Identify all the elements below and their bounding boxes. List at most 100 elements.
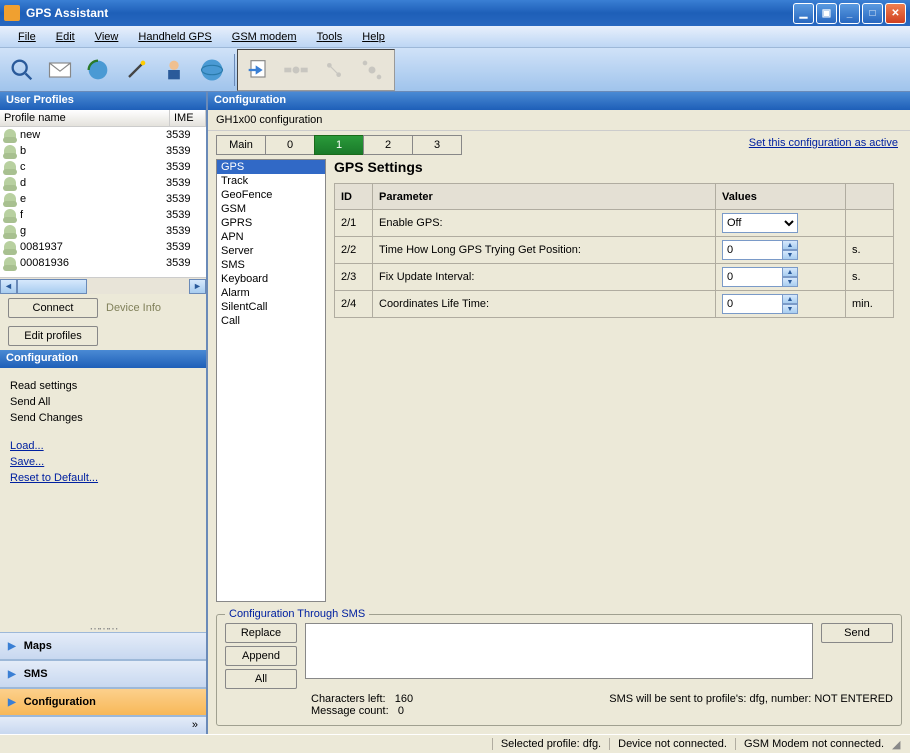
tab-2[interactable]: 2 [363, 135, 413, 155]
spin-down-icon[interactable]: ▼ [782, 304, 798, 314]
category-apn[interactable]: APN [217, 230, 325, 244]
profile-row[interactable]: 00819373539 [0, 239, 206, 255]
action-save[interactable]: Save... [10, 456, 196, 468]
person-icon [4, 225, 16, 237]
value-spinner[interactable] [722, 267, 782, 287]
set-active-link[interactable]: Set this configuration as active [749, 137, 898, 149]
category-keyboard[interactable]: Keyboard [217, 272, 325, 286]
search-icon[interactable] [4, 52, 40, 88]
profile-ime: 3539 [166, 209, 202, 221]
action-send-all[interactable]: Send All [10, 396, 196, 408]
profile-row[interactable]: new3539 [0, 127, 206, 143]
menu-edit[interactable]: Edit [46, 29, 85, 45]
scroll-left-icon[interactable]: ◄ [0, 279, 17, 294]
tab-1[interactable]: 1 [314, 135, 364, 155]
splitter-grip[interactable] [0, 624, 206, 632]
menu-help[interactable]: Help [352, 29, 395, 45]
nav-configuration[interactable]: ▶Configuration [0, 688, 206, 716]
col-profile-name[interactable]: Profile name [0, 110, 170, 126]
profile-row[interactable]: d3539 [0, 175, 206, 191]
action-read-settings[interactable]: Read settings [10, 380, 196, 392]
value-spinner[interactable] [722, 240, 782, 260]
category-gprs[interactable]: GPRS [217, 216, 325, 230]
sms-append-button[interactable]: Append [225, 646, 297, 666]
profiles-hscrollbar[interactable]: ◄ ► [0, 277, 206, 294]
th-param: Parameter [373, 184, 716, 210]
cell-value: ▲▼ [716, 264, 846, 291]
category-list[interactable]: GPSTrackGeoFenceGSMGPRSAPNServerSMSKeybo… [216, 159, 326, 602]
profile-row[interactable]: c3539 [0, 159, 206, 175]
sms-all-button[interactable]: All [225, 669, 297, 689]
category-track[interactable]: Track [217, 174, 325, 188]
msg-count-label: Message count: [311, 705, 389, 717]
connect-button[interactable]: Connect [8, 298, 98, 318]
sms-textarea[interactable] [305, 623, 813, 679]
menu-gsm-modem[interactable]: GSM modem [222, 29, 307, 45]
spin-up-icon[interactable]: ▲ [782, 294, 798, 304]
menu-file[interactable]: File [8, 29, 46, 45]
close-button[interactable]: ✕ [885, 3, 906, 24]
user-icon[interactable] [156, 52, 192, 88]
mail-icon[interactable] [42, 52, 78, 88]
cell-unit: s. [846, 237, 894, 264]
profile-row[interactable]: f3539 [0, 207, 206, 223]
action-send-changes[interactable]: Send Changes [10, 412, 196, 424]
satellite-1-icon[interactable] [278, 52, 314, 88]
value-select[interactable]: Off [722, 213, 798, 233]
action-load[interactable]: Load... [10, 440, 196, 452]
satellite-3-icon[interactable] [354, 52, 390, 88]
scroll-thumb[interactable] [17, 279, 87, 294]
globe-icon[interactable] [194, 52, 230, 88]
import-icon[interactable] [240, 52, 276, 88]
category-server[interactable]: Server [217, 244, 325, 258]
action-reset[interactable]: Reset to Default... [10, 472, 196, 484]
spin-down-icon[interactable]: ▼ [782, 277, 798, 287]
spin-down-icon[interactable]: ▼ [782, 250, 798, 260]
status-profile: Selected profile: dfg. [492, 738, 609, 750]
category-call[interactable]: Call [217, 314, 325, 328]
resize-grip-icon[interactable]: ◢ [892, 738, 906, 751]
triangle-icon: ▶ [8, 669, 16, 680]
category-silentcall[interactable]: SilentCall [217, 300, 325, 314]
profile-name: 0081937 [20, 241, 166, 253]
spin-up-icon[interactable]: ▲ [782, 267, 798, 277]
edit-profiles-button[interactable]: Edit profiles [8, 326, 98, 346]
category-gps[interactable]: GPS [217, 160, 325, 174]
category-alarm[interactable]: Alarm [217, 286, 325, 300]
sms-send-button[interactable]: Send [821, 623, 893, 643]
window-button-1[interactable]: ▁ [793, 3, 814, 24]
tab-0[interactable]: 0 [265, 135, 315, 155]
tab-3[interactable]: 3 [412, 135, 462, 155]
sms-replace-button[interactable]: Replace [225, 623, 297, 643]
profile-row[interactable]: 000819363539 [0, 255, 206, 271]
profile-row[interactable]: e3539 [0, 191, 206, 207]
menu-view[interactable]: View [85, 29, 129, 45]
window-button-2[interactable]: ▣ [816, 3, 837, 24]
menu-handheld-gps[interactable]: Handheld GPS [128, 29, 221, 45]
category-sms[interactable]: SMS [217, 258, 325, 272]
scroll-right-icon[interactable]: ► [189, 279, 206, 294]
status-modem: GSM Modem not connected. [735, 738, 892, 750]
person-icon [4, 193, 16, 205]
category-geofence[interactable]: GeoFence [217, 188, 325, 202]
nav-maps[interactable]: ▶Maps [0, 632, 206, 660]
col-ime[interactable]: IME [170, 110, 206, 126]
value-spinner[interactable] [722, 294, 782, 314]
nav-expand[interactable]: » [0, 716, 206, 734]
settings-table: ID Parameter Values 2/1Enable GPS:Off2/2… [334, 183, 894, 318]
satellite-2-icon[interactable] [316, 52, 352, 88]
nav-sms[interactable]: ▶SMS [0, 660, 206, 688]
tab-main[interactable]: Main [216, 135, 266, 155]
spin-up-icon[interactable]: ▲ [782, 240, 798, 250]
minimize-button[interactable]: _ [839, 3, 860, 24]
profile-row[interactable]: g3539 [0, 223, 206, 239]
menubar: File Edit View Handheld GPS GSM modem To… [0, 26, 910, 48]
maximize-button[interactable]: □ [862, 3, 883, 24]
profile-row[interactable]: b3539 [0, 143, 206, 159]
menu-tools[interactable]: Tools [307, 29, 353, 45]
profiles-list: Profile name IME new3539b3539c3539d3539e… [0, 110, 206, 294]
category-gsm[interactable]: GSM [217, 202, 325, 216]
wand-icon[interactable] [118, 52, 154, 88]
app-title: GPS Assistant [26, 6, 791, 20]
globe-sync-icon[interactable] [80, 52, 116, 88]
